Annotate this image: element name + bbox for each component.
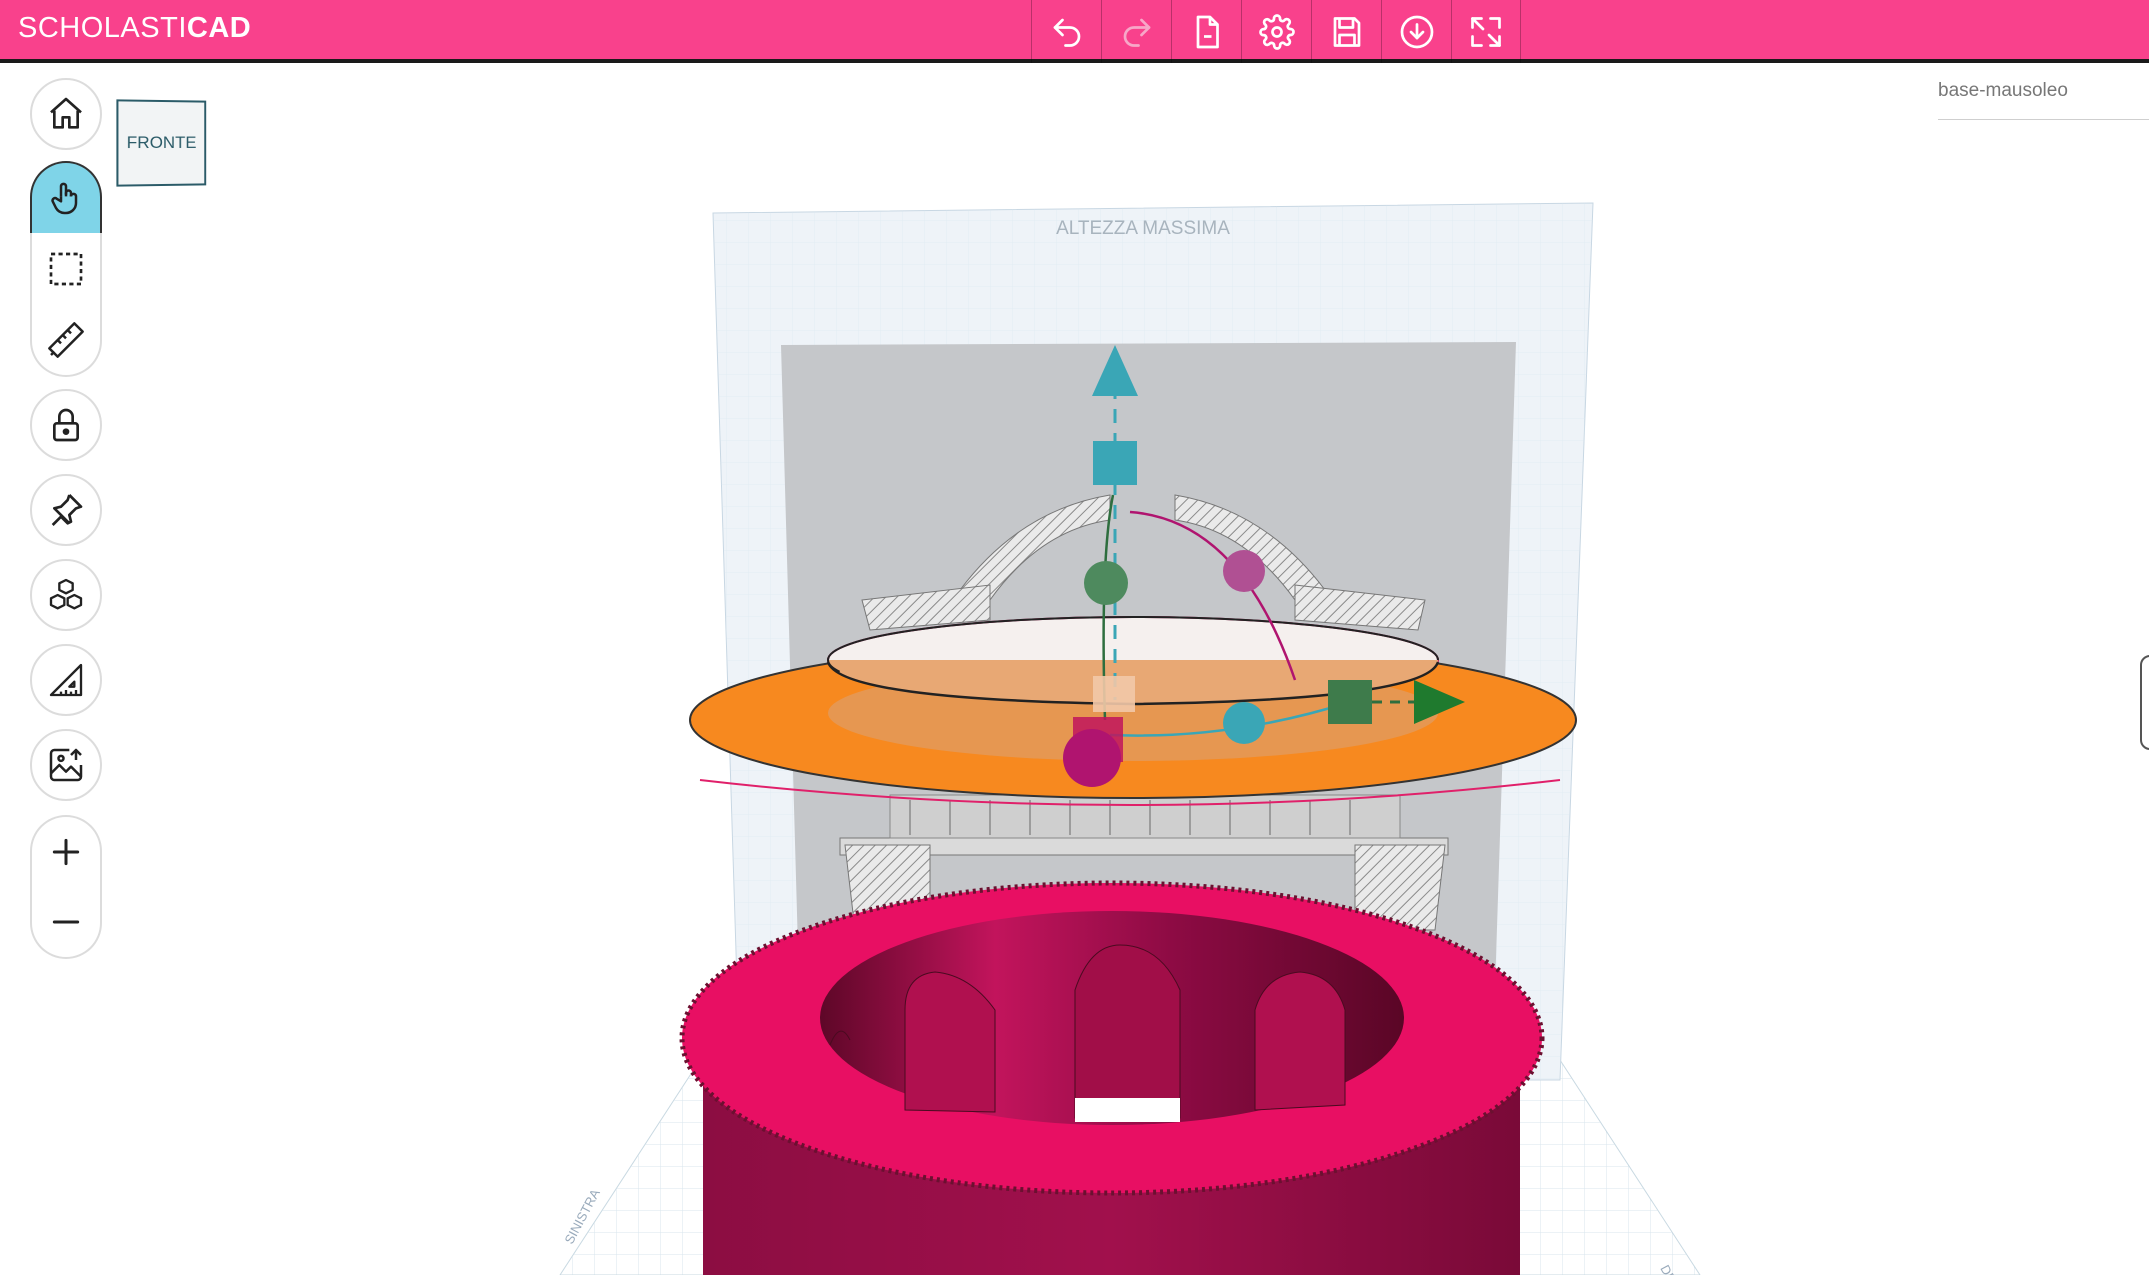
top-bar: SCHOLASTICAD [0,0,2149,63]
zoom-in-button[interactable] [30,815,102,887]
redo-button[interactable] [1101,0,1171,63]
side-panel-toggle[interactable] [2140,655,2149,750]
home-view-button[interactable] [30,78,102,150]
pan-tool-button[interactable] [30,161,102,233]
settings-button[interactable] [1241,0,1311,63]
save-icon [1333,16,1360,47]
cubes-icon [49,578,83,610]
fullscreen-button[interactable] [1451,0,1521,63]
import-image-button[interactable] [30,729,102,801]
new-file-button[interactable] [1171,0,1241,63]
zoom-in-icon [52,838,80,866]
model-name-text: base-mausoleo [1938,80,2068,101]
zoom-out-icon [52,920,80,924]
logo-text-light: SCHOLASTI [18,12,187,44]
zoom-out-button[interactable] [30,887,102,959]
align-button[interactable] [30,644,102,716]
model-name-field[interactable]: base-mausoleo [1938,80,2149,120]
rotate-x-handle[interactable] [1084,561,1128,605]
pin-button[interactable] [30,474,102,546]
view-cube-face-label: FRONTE [126,132,197,153]
measure-button[interactable] [30,305,102,377]
redo-icon [1123,18,1150,47]
undo-button[interactable] [1031,0,1101,63]
image-upload-icon [49,748,83,782]
set-square-icon [49,663,83,697]
logo-text-bold: CAD [186,12,252,44]
save-button[interactable] [1311,0,1381,63]
undo-icon [1053,18,1080,47]
selection-box-icon [49,252,83,286]
scale-z-handle[interactable] [1093,441,1137,485]
hand-pointer-icon [51,182,78,215]
move-y-handle[interactable] [1063,729,1121,787]
pin-icon [51,494,83,526]
app-logo[interactable]: SCHOLASTICAD [18,12,251,45]
rotate-z-handle[interactable] [1223,702,1265,744]
new-file-icon [1196,15,1219,48]
lock-button[interactable] [30,389,102,461]
lock-icon [53,408,79,442]
rotate-y-handle[interactable] [1223,550,1265,592]
box-select-button[interactable] [30,233,102,305]
max-height-label: ALTEZZA MASSIMA [1056,218,1230,239]
scale-x-handle[interactable] [1328,680,1372,724]
home-icon [50,97,82,129]
ruler-icon [48,322,84,358]
download-button[interactable] [1381,0,1451,63]
fullscreen-icon [1471,16,1501,47]
gear-icon [1258,13,1295,50]
viewport-3d[interactable]: SINISTRA DESTRA ALTEZZA MASSIMA [0,67,2149,1275]
magenta-ring-object[interactable] [679,880,1545,1275]
group-objects-button[interactable] [30,559,102,631]
download-icon [1400,15,1433,48]
view-cube[interactable]: FRONTE [116,99,207,187]
